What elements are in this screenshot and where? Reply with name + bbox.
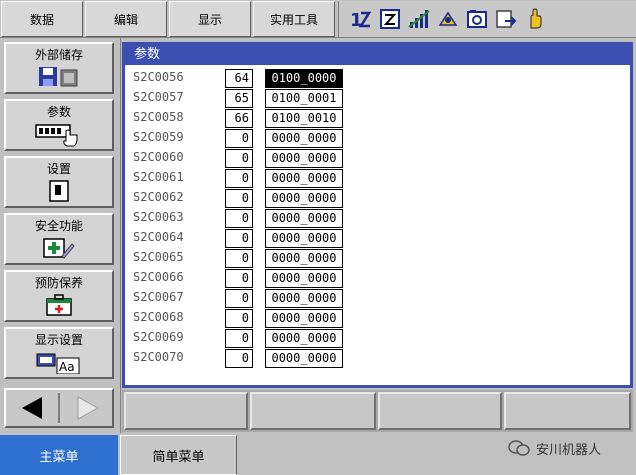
watermark-text: 安川机器人 [536, 442, 602, 458]
prev-arrow-icon[interactable] [10, 393, 56, 423]
nav-divider [58, 393, 60, 423]
left-menu-label: 预防保养 [34, 276, 83, 290]
svg-text:1: 1 [350, 10, 363, 31]
param-value-field[interactable]: 0 [225, 349, 253, 368]
left-menu-external-storage[interactable]: 外部储存 [4, 42, 114, 94]
param-name: S2C0070 [133, 350, 184, 364]
menu-edit-button[interactable]: 编辑 [85, 1, 167, 37]
param-value-field[interactable]: 0 [225, 149, 253, 168]
param-binary-field[interactable]: 0100_0010 [265, 109, 343, 128]
param-value-field[interactable]: 0 [225, 289, 253, 308]
left-menu-safety-function[interactable]: 安全功能 [4, 213, 114, 265]
next-arrow-icon[interactable] [64, 393, 110, 423]
param-binary-field[interactable]: 0000_0000 [265, 269, 343, 288]
parameter-panel: 参数 S2C0056 64 0100_0000 S2C0057 65 0100_0001 S… [122, 42, 633, 388]
setup-icon [46, 179, 72, 203]
watermark: 安川机器人 [508, 436, 636, 460]
param-binary-field[interactable]: 0000_0000 [265, 289, 343, 308]
camera-icon[interactable] [465, 7, 489, 31]
svg-text:Aa: Aa [59, 360, 75, 374]
left-menu-setup[interactable]: 设置 [4, 156, 114, 208]
param-value-field[interactable]: 0 [225, 269, 253, 288]
param-value-field[interactable]: 66 [225, 109, 253, 128]
param-name: S2C0066 [133, 270, 184, 284]
param-name: S2C0063 [133, 210, 184, 224]
panel-title: 参数 [125, 45, 630, 65]
menu-display-button[interactable]: 显示 [169, 1, 251, 37]
param-name: S2C0058 [133, 110, 184, 124]
param-name: S2C0057 [133, 90, 184, 104]
param-binary-field[interactable]: 0100_0000 [265, 69, 343, 88]
param-value-field[interactable]: 0 [225, 209, 253, 228]
function-key-3[interactable] [378, 392, 502, 430]
display-setting-icon: Aa [35, 350, 83, 374]
param-name: S2C0056 [133, 70, 184, 84]
menu-data-button[interactable]: 数据 [1, 1, 83, 37]
left-menu-preventive-maintenance[interactable]: 预防保养 [4, 270, 114, 322]
param-binary-field[interactable]: 0000_0000 [265, 229, 343, 248]
function-key-2[interactable] [250, 392, 376, 430]
param-value-field[interactable]: 0 [225, 309, 253, 328]
status-icons-bar: 1 [338, 1, 636, 37]
main-menu-button[interactable]: 主菜单 [0, 435, 118, 475]
left-menu-panel: 外部储存 参数 设置 安全功能 预防保养 显示设置 Aa [0, 38, 121, 433]
param-name: S2C0067 [133, 290, 184, 304]
speed-signal-icon[interactable] [407, 7, 431, 31]
param-binary-field[interactable]: 0000_0000 [265, 329, 343, 348]
left-menu-parameter[interactable]: 参数 [4, 99, 114, 151]
param-name: S2C0060 [133, 150, 184, 164]
param-value-field[interactable]: 0 [225, 329, 253, 348]
left-menu-label: 参数 [46, 105, 71, 119]
param-value-field[interactable]: 64 [225, 69, 253, 88]
param-name: S2C0059 [133, 130, 184, 144]
param-name: S2C0069 [133, 330, 184, 344]
function-key-row [122, 390, 633, 432]
param-value-field[interactable]: 0 [225, 189, 253, 208]
param-name: S2C0062 [133, 190, 184, 204]
param-binary-field[interactable]: 0000_0000 [265, 209, 343, 228]
param-value-field[interactable]: 0 [225, 129, 253, 148]
left-menu-label: 设置 [46, 162, 71, 176]
top-menu-bar: 数据 编辑 显示 实用工具 1 [0, 0, 636, 38]
menu-utility-button[interactable]: 实用工具 [253, 1, 335, 37]
parameter-icon [34, 122, 84, 147]
export-icon[interactable] [494, 7, 518, 31]
param-binary-field[interactable]: 0000_0000 [265, 249, 343, 268]
maintenance-icon [44, 293, 74, 317]
param-value-field[interactable]: 0 [225, 229, 253, 248]
edit-mode-icon[interactable] [378, 7, 402, 31]
wechat-icon [508, 440, 530, 456]
function-key-1[interactable] [124, 392, 248, 430]
param-name: S2C0065 [133, 250, 184, 264]
param-binary-field[interactable]: 0000_0000 [265, 349, 343, 368]
param-binary-field[interactable]: 0000_0000 [265, 189, 343, 208]
param-binary-field[interactable]: 0000_0000 [265, 169, 343, 188]
function-key-4[interactable] [504, 392, 631, 430]
left-menu-label: 外部储存 [34, 48, 83, 62]
hand-icon[interactable] [523, 7, 547, 31]
param-binary-field[interactable]: 0000_0000 [265, 309, 343, 328]
safety-icon [42, 236, 76, 260]
coordinate-tool-icon[interactable] [436, 7, 460, 31]
left-menu-display-setting[interactable]: 显示设置 Aa [4, 327, 114, 379]
param-value-field[interactable]: 0 [225, 169, 253, 188]
param-name: S2C0061 [133, 170, 184, 184]
job-number-icon[interactable]: 1 [349, 7, 373, 31]
simple-menu-button[interactable]: 简单菜单 [120, 435, 237, 475]
floppy-icon [37, 65, 81, 89]
param-name: S2C0064 [133, 230, 184, 244]
param-binary-field[interactable]: 0000_0000 [265, 149, 343, 168]
page-navigation [4, 388, 114, 428]
param-binary-field[interactable]: 0000_0000 [265, 129, 343, 148]
param-name: S2C0068 [133, 310, 184, 324]
param-binary-field[interactable]: 0100_0001 [265, 89, 343, 108]
param-value-field[interactable]: 65 [225, 89, 253, 108]
left-menu-label: 安全功能 [34, 219, 83, 233]
left-menu-label: 显示设置 [34, 333, 83, 347]
param-value-field[interactable]: 0 [225, 249, 253, 268]
